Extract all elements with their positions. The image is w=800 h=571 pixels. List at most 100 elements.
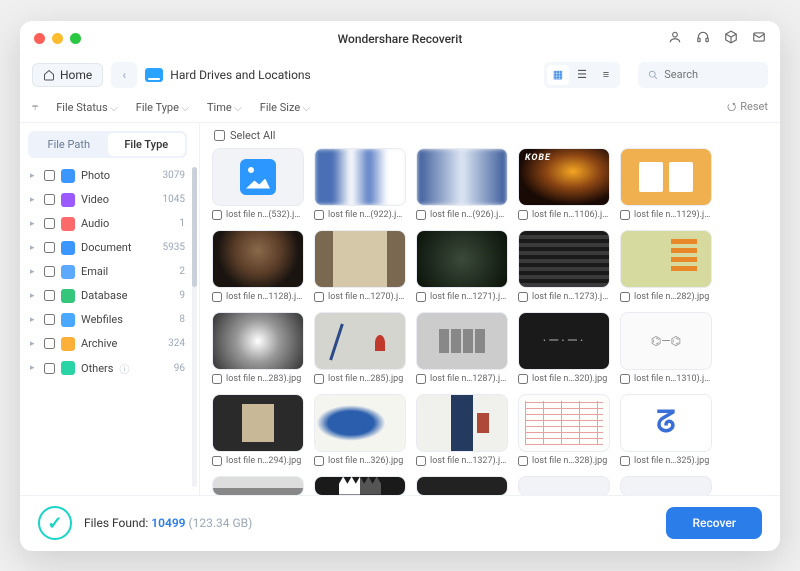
search-box[interactable] [638,62,768,88]
view-detail-button[interactable]: ≡ [595,65,617,85]
file-checkbox[interactable] [416,292,426,302]
tab-file-type[interactable]: File Type [108,133,186,156]
file-card[interactable]: lost file n…1106).jpg [518,148,610,220]
file-name: lost file n…1327).jpg [430,456,508,466]
file-checkbox[interactable] [518,456,528,466]
sidebar-item-audio[interactable]: ▸ Audio 1 [28,212,187,236]
chevron-right-icon: ▸ [30,219,38,229]
sidebar-item-database[interactable]: ▸ Database 9 [28,284,187,308]
breadcrumb[interactable]: Hard Drives and Locations [145,68,310,82]
category-checkbox[interactable] [44,218,55,229]
filter-time[interactable]: Time [207,101,242,114]
category-checkbox[interactable] [44,266,55,277]
file-checkbox[interactable] [212,374,222,384]
sidebar-item-video[interactable]: ▸ Video 1045 [28,188,187,212]
category-icon [61,217,75,231]
file-checkbox[interactable] [416,210,426,220]
file-checkbox[interactable] [518,292,528,302]
sidebar-item-email[interactable]: ▸ Email 2 [28,260,187,284]
file-checkbox[interactable] [212,456,222,466]
select-all-row[interactable]: Select All [200,123,780,148]
file-checkbox[interactable] [314,456,324,466]
file-card[interactable] [518,476,610,495]
category-checkbox[interactable] [44,194,55,205]
filter-status[interactable]: File Status [56,101,118,114]
file-card[interactable]: lost file n…1128).jpg [212,230,304,302]
file-card[interactable]: lost file n…282).jpg [620,230,712,302]
file-card[interactable]: lost file n…(926).jpg [416,148,508,220]
file-card[interactable]: ᘔlost file n…325).jpg [620,394,712,466]
category-checkbox[interactable] [44,363,55,374]
category-checkbox[interactable] [44,290,55,301]
file-card[interactable]: lost file n…1327).jpg [416,394,508,466]
view-list-button[interactable]: ☰ [571,65,593,85]
file-checkbox[interactable] [212,292,222,302]
file-card[interactable] [212,476,304,495]
file-card[interactable] [620,476,712,495]
file-card[interactable]: lost file n…1129).jpg [620,148,712,220]
file-checkbox[interactable] [416,456,426,466]
file-card[interactable]: lost file n…1287).jpg [416,312,508,384]
file-name: lost file n…1271).jpg [430,292,508,302]
category-count: 324 [168,338,185,349]
file-checkbox[interactable] [314,292,324,302]
file-name: lost file n…282).jpg [634,292,709,302]
sidebar-item-webfiles[interactable]: ▸ Webfiles 8 [28,308,187,332]
file-name: lost file n…(532).jpg [226,210,304,220]
category-checkbox[interactable] [44,314,55,325]
scrollbar-thumb[interactable] [192,167,197,287]
filter-size[interactable]: File Size [260,101,310,114]
file-checkbox[interactable] [212,210,222,220]
file-card[interactable]: lost file n…285).jpg [314,312,406,384]
file-card[interactable]: lost file n…(532).jpg [212,148,304,220]
back-button[interactable]: ‹ [111,62,137,88]
select-all-checkbox[interactable] [214,130,225,141]
file-card[interactable]: lost file n…328).jpg [518,394,610,466]
help-icon[interactable]: ⓘ [119,361,129,376]
file-card[interactable]: lost file n…1310).jpg [620,312,712,384]
file-card[interactable]: lost file n…1270).jpg [314,230,406,302]
category-checkbox[interactable] [44,338,55,349]
file-card[interactable]: lost file n…283).jpg [212,312,304,384]
file-checkbox[interactable] [416,374,426,384]
file-checkbox[interactable] [314,210,324,220]
file-checkbox[interactable] [518,210,528,220]
file-card[interactable]: lost file n…320).jpg [518,312,610,384]
filter-icon[interactable]: ⫧ [32,100,38,114]
sidebar-item-others[interactable]: ▸ Others ⓘ 96 [28,356,187,381]
file-card[interactable] [314,476,406,495]
file-card[interactable] [416,476,508,495]
file-checkbox[interactable] [620,456,630,466]
file-checkbox[interactable] [620,292,630,302]
file-card[interactable]: lost file n…326).jpg [314,394,406,466]
category-label: Document [81,241,131,254]
file-name: lost file n…1287).jpg [430,374,508,384]
home-button[interactable]: Home [32,63,103,87]
category-checkbox[interactable] [44,170,55,181]
file-card[interactable]: lost file n…1273).jpg [518,230,610,302]
reset-button[interactable]: ⭯Reset [727,98,768,117]
scrollbar-track[interactable] [192,167,197,487]
file-name: lost file n…(922).jpg [328,210,406,220]
file-checkbox[interactable] [518,374,528,384]
file-checkbox[interactable] [314,374,324,384]
files-found-label: Files Found: 10499 (123.34 GB) [84,516,252,530]
category-checkbox[interactable] [44,242,55,253]
file-card[interactable]: lost file n…(922).jpg [314,148,406,220]
search-input[interactable] [664,68,758,81]
tab-file-path[interactable]: File Path [30,133,108,156]
file-card[interactable]: lost file n…294).jpg [212,394,304,466]
filter-bar: ⫧ File Status File Type Time File Size ⭯… [20,93,780,123]
filter-type[interactable]: File Type [136,101,189,114]
sidebar-item-document[interactable]: ▸ Document 5935 [28,236,187,260]
home-label: Home [60,68,92,82]
file-name: lost file n…1270).jpg [328,292,406,302]
file-checkbox[interactable] [620,210,630,220]
category-list: ▸ Photo 3079▸ Video 1045▸ Audio 1▸ Docum… [28,164,199,381]
sidebar-item-archive[interactable]: ▸ Archive 324 [28,332,187,356]
file-card[interactable]: lost file n…1271).jpg [416,230,508,302]
view-grid-button[interactable]: ▦ [547,65,569,85]
sidebar-item-photo[interactable]: ▸ Photo 3079 [28,164,187,188]
file-checkbox[interactable] [620,374,630,384]
recover-button[interactable]: Recover [666,507,762,539]
